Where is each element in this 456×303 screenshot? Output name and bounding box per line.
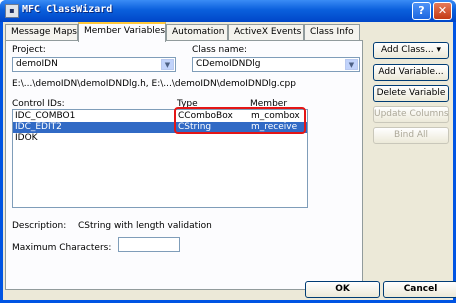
tab-member-variables[interactable]: Member Variables xyxy=(78,22,166,42)
chevron-down-icon: ▾ xyxy=(436,45,441,55)
help-button[interactable]: ? xyxy=(412,2,431,20)
project-value: demoIDN xyxy=(16,59,58,69)
add-class-label: Add Class... xyxy=(381,45,434,55)
file-path-text: E:\...\demoIDN\demoIDNDlg.h, E:\...\demo… xyxy=(12,79,296,89)
control-ids-header: Control IDs: xyxy=(12,99,65,109)
chevron-down-icon[interactable]: ▼ xyxy=(161,59,174,70)
classwizard-window: ▪ MFC ClassWizard ? ✕ Message Maps Membe… xyxy=(0,0,456,303)
tab-class-info[interactable]: Class Info xyxy=(304,24,360,41)
tab-activex-events[interactable]: ActiveX Events xyxy=(228,24,304,41)
description-value: CString with length validation xyxy=(78,221,212,231)
class-name-value: CDemoIDNDlg xyxy=(196,59,261,69)
max-chars-label: Maximum Characters: xyxy=(12,243,112,253)
class-name-label: Class name: xyxy=(192,45,248,55)
list-item[interactable]: IDOK xyxy=(13,133,307,144)
control-id: IDC_EDIT2 xyxy=(15,122,62,132)
app-icon: ▪ xyxy=(5,4,19,18)
max-chars-input[interactable] xyxy=(118,237,180,252)
bind-all-button[interactable]: Bind All xyxy=(373,127,449,144)
window-title: MFC ClassWizard xyxy=(22,4,113,15)
dialog-client: Message Maps Member Variables Automation… xyxy=(3,22,456,300)
add-variable-button[interactable]: Add Variable... xyxy=(373,64,449,81)
tab-automation[interactable]: Automation xyxy=(166,24,228,41)
tab-message-maps[interactable]: Message Maps xyxy=(5,24,78,41)
chevron-down-icon[interactable]: ▼ xyxy=(345,59,358,70)
cancel-button[interactable]: Cancel xyxy=(383,281,456,298)
project-combo[interactable]: demoIDN ▼ xyxy=(12,57,176,72)
class-name-combo[interactable]: CDemoIDNDlg ▼ xyxy=(192,57,360,72)
update-columns-button[interactable]: Update Columns xyxy=(373,106,449,123)
close-button[interactable]: ✕ xyxy=(433,2,452,20)
red-annotation-box xyxy=(174,107,306,134)
title-bar[interactable]: ▪ MFC ClassWizard ? ✕ xyxy=(0,0,456,22)
delete-variable-button[interactable]: Delete Variable xyxy=(373,85,449,102)
control-id: IDC_COMBO1 xyxy=(15,111,76,121)
project-label: Project: xyxy=(12,45,46,55)
ok-button[interactable]: OK xyxy=(305,281,380,298)
control-id: IDOK xyxy=(15,133,38,143)
add-class-button[interactable]: Add Class... ▾ xyxy=(373,42,449,59)
description-label: Description: xyxy=(12,221,67,231)
member-variables-panel: Project: demoIDN ▼ Class name: CDemoIDND… xyxy=(5,40,363,290)
